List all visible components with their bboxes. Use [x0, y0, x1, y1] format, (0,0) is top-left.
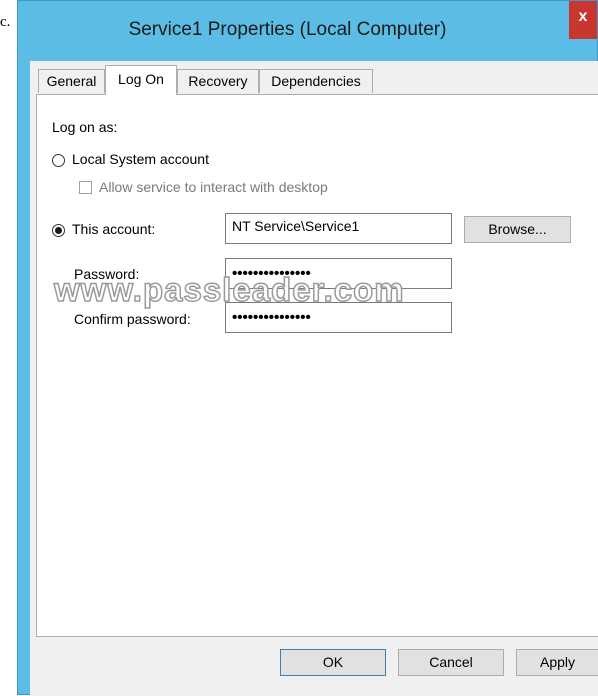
this-account-radio[interactable]: [52, 224, 65, 237]
apply-button[interactable]: Apply: [516, 649, 598, 676]
window-title: Service1 Properties (Local Computer): [128, 19, 447, 40]
cancel-button[interactable]: Cancel: [398, 649, 504, 676]
interact-desktop-label[interactable]: Allow service to interact with desktop: [99, 179, 328, 195]
ok-button[interactable]: OK: [280, 649, 386, 676]
interact-desktop-checkbox[interactable]: [79, 181, 92, 194]
properties-dialog: Service1 Properties (Local Computer) x G…: [17, 0, 598, 696]
tab-dependencies[interactable]: Dependencies: [259, 69, 373, 93]
confirm-password-label: Confirm password:: [74, 311, 191, 327]
watermark-text: www.passleader.com: [53, 270, 405, 309]
tab-log-on[interactable]: Log On: [105, 65, 177, 95]
browse-button[interactable]: Browse...: [464, 216, 571, 243]
close-icon: x: [578, 8, 588, 25]
this-account-label[interactable]: This account:: [72, 221, 155, 237]
account-input[interactable]: NT Service\Service1: [225, 213, 452, 244]
local-system-radio[interactable]: [52, 154, 65, 167]
local-system-label[interactable]: Local System account: [72, 151, 209, 167]
tab-general[interactable]: General: [38, 69, 105, 93]
log-on-panel: Log on as: Local System account Allow se…: [36, 94, 598, 637]
tab-recovery[interactable]: Recovery: [177, 69, 259, 93]
page-fragment-text: c.: [0, 14, 11, 30]
dialog-client-area: General Log On Recovery Dependencies Log…: [30, 61, 598, 696]
radio-selected-dot: [55, 227, 62, 234]
close-button[interactable]: x: [569, 1, 597, 39]
title-bar[interactable]: Service1 Properties (Local Computer) x: [18, 1, 597, 61]
log-on-as-label: Log on as:: [52, 119, 118, 135]
